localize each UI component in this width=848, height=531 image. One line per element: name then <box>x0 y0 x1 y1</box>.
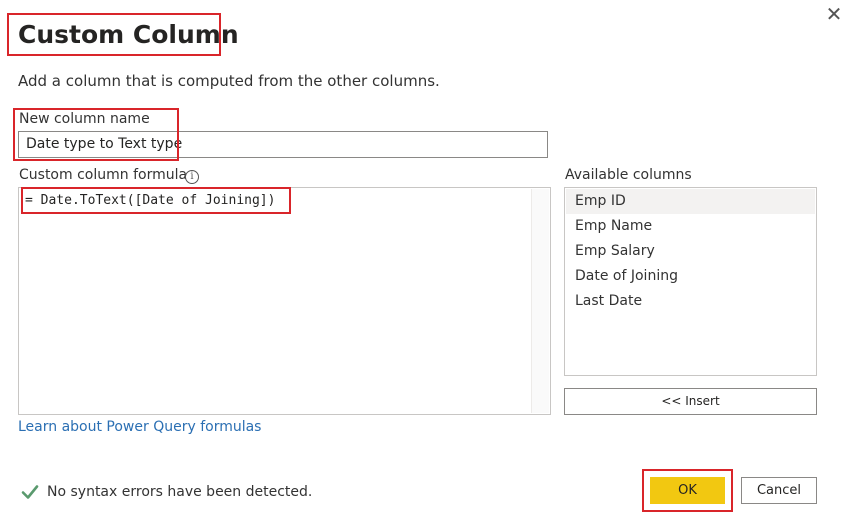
dialog-description: Add a column that is computed from the o… <box>18 72 440 90</box>
ok-highlight-box <box>642 469 733 512</box>
checkmark-icon <box>21 485 39 499</box>
column-item-emp-salary[interactable]: Emp Salary <box>566 239 815 264</box>
info-icon[interactable]: i <box>185 170 199 184</box>
custom-column-formula-label: Custom column formula <box>19 167 188 183</box>
formula-editor[interactable] <box>18 187 551 415</box>
close-icon[interactable]: ✕ <box>823 3 845 25</box>
cancel-button[interactable]: Cancel <box>741 477 817 504</box>
formula-scrollbar[interactable] <box>531 189 549 413</box>
column-item-date-of-joining[interactable]: Date of Joining <box>566 264 815 289</box>
column-item-emp-id[interactable]: Emp ID <box>566 189 815 214</box>
name-highlight-box <box>13 108 179 161</box>
insert-button[interactable]: << Insert <box>564 388 817 415</box>
column-item-last-date[interactable]: Last Date <box>566 289 815 314</box>
available-columns-label: Available columns <box>565 167 692 183</box>
learn-power-query-link[interactable]: Learn about Power Query formulas <box>18 419 261 435</box>
syntax-status-text: No syntax errors have been detected. <box>47 484 313 500</box>
column-item-emp-name[interactable]: Emp Name <box>566 214 815 239</box>
formula-highlight-box <box>21 187 291 214</box>
title-highlight-box <box>7 13 221 56</box>
available-columns-list[interactable]: Emp ID Emp Name Emp Salary Date of Joini… <box>564 187 817 376</box>
